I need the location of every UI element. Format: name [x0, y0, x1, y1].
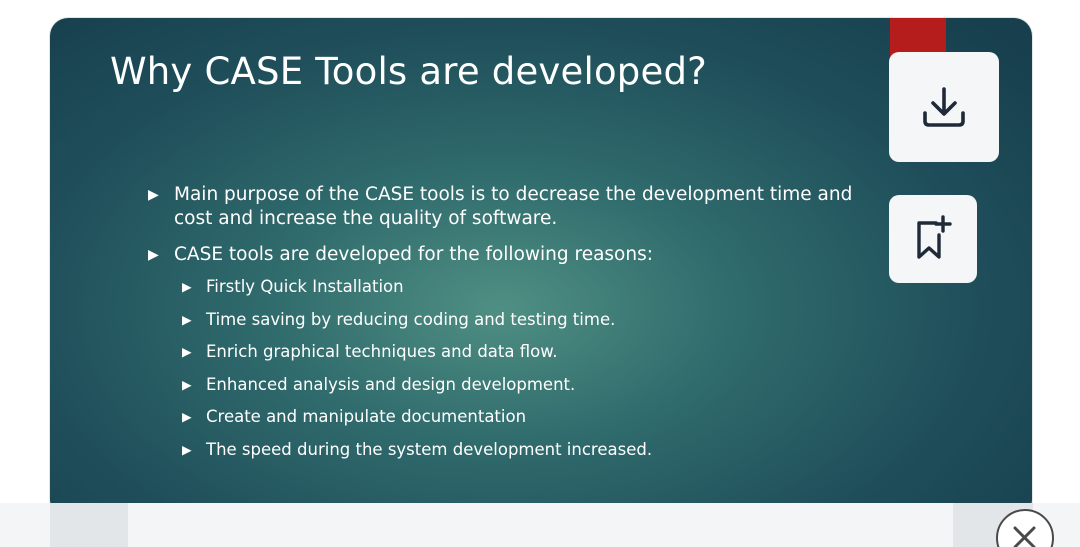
- sub-bullet-text: Time saving by reducing coding and testi…: [206, 309, 616, 329]
- bullet-arrow-icon: ▶: [148, 247, 159, 263]
- sub-bullet-item: ▶ Firstly Quick Installation: [182, 276, 902, 298]
- sub-bullet-arrow-icon: ▶: [182, 344, 192, 359]
- sub-bullet-arrow-icon: ▶: [182, 279, 192, 294]
- bullet-text: CASE tools are developed for the followi…: [174, 244, 653, 265]
- bullet-arrow-icon: ▶: [148, 187, 159, 203]
- bullet-item: ▶ Main purpose of the CASE tools is to d…: [146, 183, 866, 231]
- bullet-list: ▶ Main purpose of the CASE tools is to d…: [146, 183, 866, 279]
- download-icon: [923, 87, 965, 127]
- sub-bullet-item: ▶ Enhanced analysis and design developme…: [182, 374, 902, 396]
- sub-bullet-text: The speed during the system development …: [206, 439, 653, 459]
- sub-bullet-text: Firstly Quick Installation: [206, 277, 404, 296]
- bottom-toolbar-segment: [50, 503, 128, 547]
- sub-bullet-item: ▶ Enrich graphical techniques and data f…: [182, 341, 902, 363]
- bullet-text: Main purpose of the CASE tools is to dec…: [174, 184, 853, 229]
- sub-bullet-text: Create and manipulate documentation: [206, 407, 527, 426]
- sub-bullet-arrow-icon: ▶: [182, 441, 192, 457]
- sub-bullet-item: ▶ The speed during the system developmen…: [182, 439, 902, 461]
- bookmark-add-icon: [917, 215, 952, 259]
- bottom-toolbar: [0, 503, 1080, 547]
- bullet-item: ▶ CASE tools are developed for the follo…: [146, 243, 866, 267]
- add-bookmark-button[interactable]: [889, 195, 977, 283]
- sub-bullet-arrow-icon: ▶: [182, 409, 192, 424]
- close-button[interactable]: [996, 509, 1054, 547]
- sub-bullet-arrow-icon: ▶: [182, 311, 192, 327]
- sub-bullet-item: ▶ Create and manipulate documentation: [182, 406, 902, 428]
- close-icon: [1013, 526, 1036, 547]
- download-button[interactable]: [889, 52, 999, 162]
- sub-bullet-arrow-icon: ▶: [182, 376, 192, 392]
- slide-title: Why CASE Tools are developed?: [110, 50, 707, 93]
- sub-bullet-list: ▶ Firstly Quick Installation ▶ Time savi…: [146, 276, 902, 471]
- sub-bullet-text: Enrich graphical techniques and data flo…: [206, 342, 558, 361]
- slide: Why CASE Tools are developed? ▶ Main pur…: [50, 18, 1032, 518]
- document-viewer: Why CASE Tools are developed? ▶ Main pur…: [0, 0, 1080, 547]
- sub-bullet-item: ▶ Time saving by reducing coding and tes…: [182, 309, 902, 331]
- sub-bullet-text: Enhanced analysis and design development…: [206, 374, 576, 394]
